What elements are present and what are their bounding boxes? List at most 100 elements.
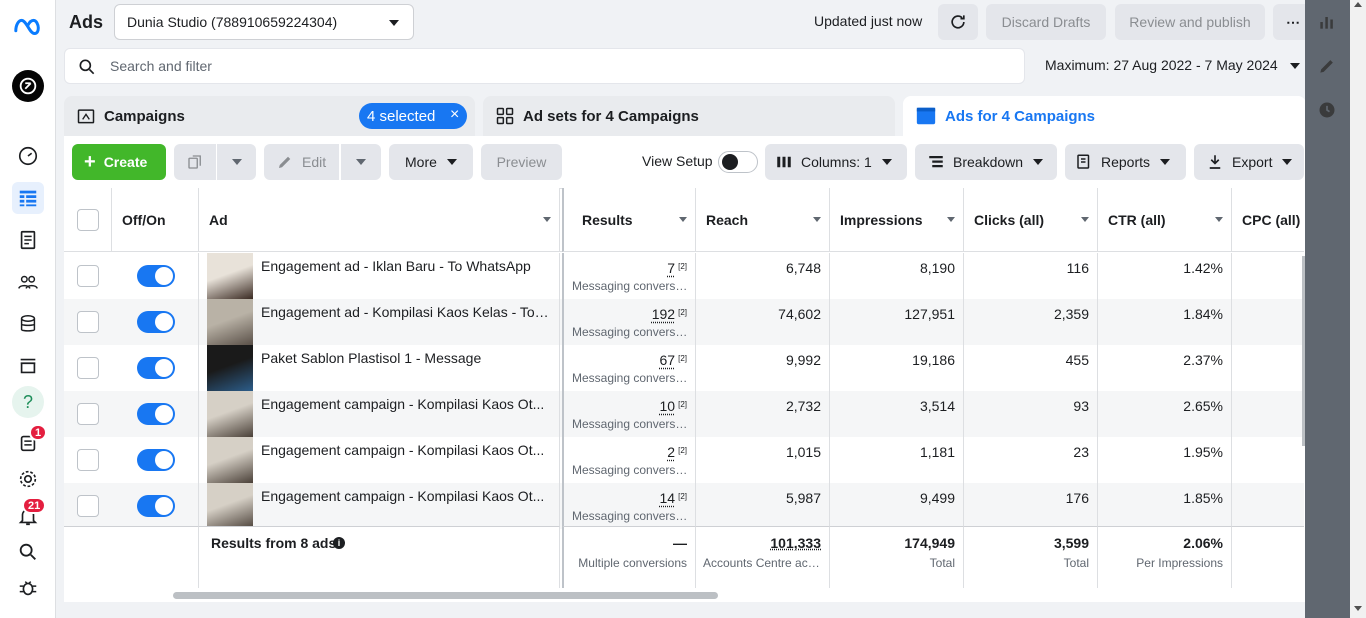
row-checkbox[interactable]: [77, 495, 99, 517]
ad-name[interactable]: Engagement campaign - Kompilasi Kaos Ot.…: [261, 488, 551, 504]
columns-button[interactable]: Columns: 1: [765, 144, 907, 180]
footer-reach: 101,333 Accounts Centre accounts: [696, 526, 830, 588]
search-bar[interactable]: Search and filter: [64, 48, 1025, 84]
ad-thumbnail[interactable]: [207, 299, 253, 345]
table-row[interactable]: Engagement ad - Kompilasi Kaos Kelas - T…: [64, 299, 1304, 345]
results-value[interactable]: 67 [2]: [660, 352, 687, 368]
bug-report-icon[interactable]: [12, 572, 44, 604]
audiences-icon[interactable]: [12, 266, 44, 298]
header-ctr[interactable]: CTR (all): [1098, 188, 1232, 252]
review-publish-button[interactable]: Review and publish: [1115, 4, 1265, 40]
help-icon[interactable]: ?: [12, 386, 44, 418]
header-results[interactable]: Results: [562, 188, 696, 252]
header-impressions-label: Impressions: [840, 211, 923, 228]
preview-button[interactable]: Preview: [481, 144, 562, 180]
account-selector[interactable]: Dunia Studio (788910659224304): [114, 4, 414, 40]
select-all-checkbox[interactable]: [77, 209, 99, 231]
discard-drafts-button[interactable]: Discard Drafts: [986, 4, 1106, 40]
row-checkbox[interactable]: [77, 265, 99, 287]
row-impressions-cell: 19,186: [830, 345, 964, 391]
ad-thumbnail[interactable]: [207, 483, 253, 529]
ad-status-toggle[interactable]: [137, 403, 175, 425]
ad-status-toggle[interactable]: [137, 311, 175, 333]
edit-dropdown[interactable]: [341, 144, 381, 180]
billing-stack-icon[interactable]: [12, 308, 44, 340]
scroll-down-arrow[interactable]: [1354, 606, 1362, 611]
info-icon[interactable]: i: [333, 537, 345, 549]
store-icon[interactable]: [12, 350, 44, 382]
header-reach[interactable]: Reach: [696, 188, 830, 252]
pages-icon[interactable]: [12, 224, 44, 256]
date-range-picker[interactable]: Maximum: 27 Aug 2022 - 7 May 2024: [1031, 48, 1306, 84]
clock-icon[interactable]: [1317, 100, 1337, 120]
dashboard-gauge-icon[interactable]: [12, 140, 44, 172]
bar-chart-icon[interactable]: [1317, 12, 1337, 32]
business-account-avatar[interactable]: [12, 70, 44, 102]
results-value[interactable]: 192 [2]: [652, 306, 687, 322]
h-scroll-track[interactable]: [64, 590, 1304, 602]
table-row[interactable]: Engagement ad - Iklan Baru - To WhatsApp…: [64, 253, 1304, 299]
ad-thumbnail[interactable]: [207, 253, 253, 299]
pencil-icon[interactable]: [1317, 56, 1337, 76]
ad-name[interactable]: Engagement ad - Iklan Baru - To WhatsApp: [261, 258, 551, 274]
results-footnote: [2]: [678, 354, 687, 363]
scroll-up-arrow[interactable]: [1354, 2, 1362, 7]
refresh-button[interactable]: [938, 4, 978, 40]
settings-gear-icon[interactable]: [12, 463, 44, 495]
duplicate-button[interactable]: [174, 144, 216, 180]
view-setup-toggle[interactable]: [718, 151, 758, 173]
header-clicks[interactable]: Clicks (all): [964, 188, 1098, 252]
ad-thumbnail[interactable]: [207, 391, 253, 437]
header-offon[interactable]: Off/On: [112, 188, 199, 252]
header-ad[interactable]: Ad: [199, 188, 560, 252]
ad-name[interactable]: Engagement campaign - Kompilasi Kaos Ot.…: [261, 442, 551, 458]
reach-value: 1,015: [785, 444, 821, 460]
ad-thumbnail[interactable]: [207, 437, 253, 483]
row-checkbox[interactable]: [77, 449, 99, 471]
page-scrollbar[interactable]: [1350, 0, 1366, 618]
ad-name[interactable]: Engagement campaign - Kompilasi Kaos Ot.…: [261, 396, 551, 412]
h-scroll-thumb[interactable]: [173, 592, 718, 599]
table-row[interactable]: Paket Sablon Plastisol 1 - Message 67 [2]…: [64, 345, 1304, 391]
search-icon[interactable]: [12, 536, 44, 568]
results-value[interactable]: 2 [2]: [667, 444, 687, 460]
results-value[interactable]: 10 [2]: [660, 398, 687, 414]
header-impressions[interactable]: Impressions: [830, 188, 964, 252]
ad-status-toggle[interactable]: [137, 357, 175, 379]
table-row[interactable]: Engagement campaign - Kompilasi Kaos Ot.…: [64, 483, 1304, 529]
row-checkbox[interactable]: [77, 357, 99, 379]
tab-ads[interactable]: Ads for 4 Campaigns: [903, 96, 1306, 136]
results-value[interactable]: 7 [2]: [667, 260, 687, 276]
table-row[interactable]: Engagement campaign - Kompilasi Kaos Ot.…: [64, 437, 1304, 483]
meta-logo-icon[interactable]: [12, 10, 44, 42]
row-ctr-cell: 2.37%: [1098, 345, 1232, 391]
row-clicks-cell: 93: [964, 391, 1098, 437]
row-ad-cell: Engagement ad - Iklan Baru - To WhatsApp: [199, 253, 560, 299]
selected-chip[interactable]: 4 selected ×: [359, 103, 468, 129]
ad-status-toggle[interactable]: [137, 495, 175, 517]
footer-clicks-value: 3,599: [1053, 535, 1089, 551]
breakdown-button[interactable]: Breakdown: [915, 144, 1057, 180]
ad-name[interactable]: Paket Sablon Plastisol 1 - Message: [261, 350, 551, 366]
tab-ad-sets[interactable]: Ad sets for 4 Campaigns: [483, 96, 895, 136]
close-icon[interactable]: ×: [450, 106, 459, 124]
create-button[interactable]: + Create: [72, 144, 166, 180]
campaigns-table-icon[interactable]: [12, 182, 44, 214]
reports-button[interactable]: Reports: [1065, 144, 1186, 180]
duplicate-dropdown[interactable]: [217, 144, 256, 180]
ad-status-toggle[interactable]: [137, 449, 175, 471]
tab-campaigns[interactable]: Campaigns 4 selected ×: [64, 96, 475, 136]
ad-name[interactable]: Engagement ad - Kompilasi Kaos Kelas - T…: [261, 304, 551, 320]
row-checkbox[interactable]: [77, 403, 99, 425]
row-checkbox[interactable]: [77, 311, 99, 333]
row-ad-cell: Engagement ad - Kompilasi Kaos Kelas - T…: [199, 299, 560, 345]
table-row[interactable]: Engagement campaign - Kompilasi Kaos Ot.…: [64, 391, 1304, 437]
export-button[interactable]: Export: [1194, 144, 1304, 180]
toggle-knob: [156, 360, 172, 376]
edit-button[interactable]: Edit: [264, 144, 339, 180]
header-cpc[interactable]: CPC (all): [1232, 188, 1304, 252]
more-button[interactable]: More: [389, 144, 473, 180]
ad-thumbnail[interactable]: [207, 345, 253, 391]
ad-status-toggle[interactable]: [137, 265, 175, 287]
results-value[interactable]: 14 [2]: [660, 490, 687, 506]
